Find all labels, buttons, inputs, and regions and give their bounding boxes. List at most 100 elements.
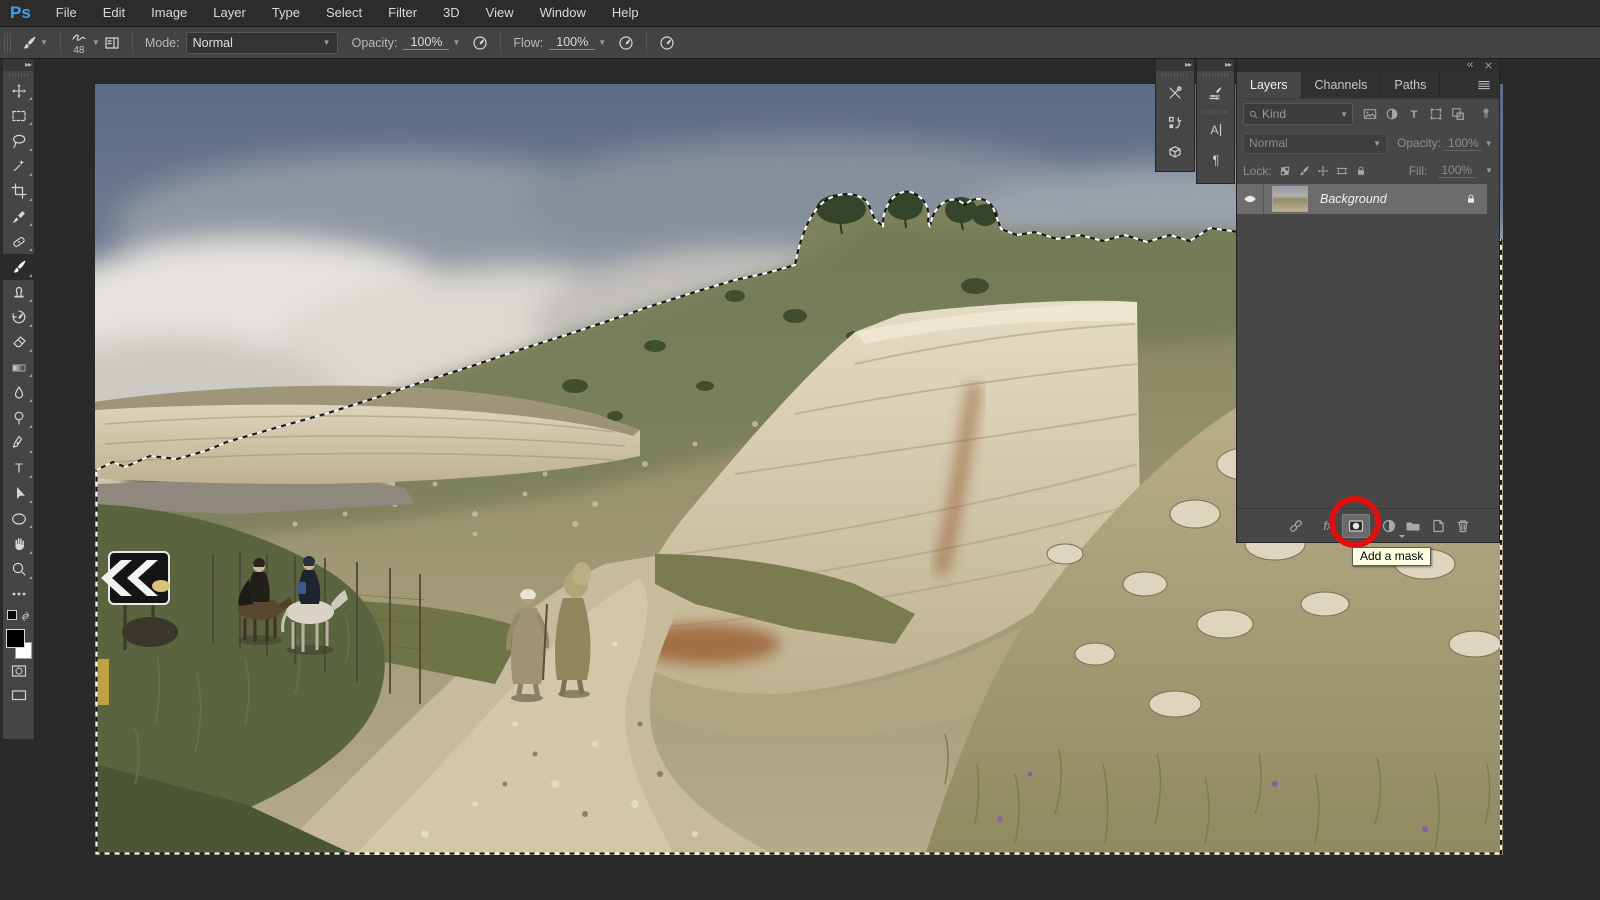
adjust-icon [1381, 518, 1397, 534]
menu-edit[interactable]: Edit [90, 5, 138, 20]
fill-value[interactable]: 100% [1438, 163, 1475, 178]
move-tool[interactable] [3, 78, 34, 103]
move-icon [11, 83, 27, 99]
filter-shape-icon[interactable] [1429, 107, 1443, 121]
dock-a-collapse-button[interactable]: ▸▸ [1156, 59, 1194, 71]
menu-image[interactable]: Image [138, 5, 200, 20]
brush-preset-picker[interactable]: 48 [69, 30, 89, 56]
character-icon: A [1208, 122, 1224, 138]
dodge-tool[interactable] [3, 405, 34, 430]
mode-select[interactable]: Normal▼ [186, 32, 338, 54]
lock-position-icon[interactable] [1317, 165, 1329, 177]
panel-menu-icon[interactable] [1477, 78, 1491, 92]
close-panel-icon[interactable] [1484, 61, 1493, 70]
pen-tool[interactable] [3, 431, 34, 456]
menu-filter[interactable]: Filter [375, 5, 430, 20]
lock-transparency-icon[interactable] [1279, 165, 1291, 177]
menu-layer[interactable]: Layer [200, 5, 259, 20]
menu-bar: Ps FileEditImageLayerTypeSelectFilter3DV… [0, 0, 1600, 27]
edit-toolbar-button[interactable] [3, 582, 34, 607]
layer-opacity-value[interactable]: 100% [1445, 136, 1482, 151]
brush-tool[interactable] [3, 254, 34, 279]
delete-layer-button[interactable] [1455, 518, 1471, 534]
toolbox-collapse-button[interactable]: ▸▸ [3, 59, 34, 71]
lasso-tool[interactable] [3, 128, 34, 153]
brush-settings-panel-button[interactable] [1197, 78, 1234, 108]
menu-type[interactable]: Type [259, 5, 313, 20]
search-icon [1248, 109, 1259, 120]
lock-all-icon[interactable] [1355, 165, 1367, 177]
filter-image-icon[interactable] [1363, 107, 1377, 121]
filter-toggle-pill[interactable] [1479, 107, 1493, 121]
ellipse-tool[interactable] [3, 506, 34, 531]
quick-selection-tool[interactable] [3, 154, 34, 179]
crop-tool[interactable] [3, 179, 34, 204]
filter-adjustment-icon[interactable] [1385, 107, 1399, 121]
actions-panel-button[interactable] [1156, 108, 1194, 138]
lock-pixels-icon[interactable] [1298, 165, 1310, 177]
collapse-panel-icon[interactable] [1465, 61, 1474, 70]
new-layer-button[interactable] [1430, 518, 1446, 534]
flow-chevron[interactable]: ▼ [598, 38, 606, 47]
healing-brush-tool[interactable] [3, 229, 34, 254]
link-layers-button[interactable] [1288, 518, 1304, 534]
svg-text:T: T [1411, 109, 1418, 121]
airbrush-icon [618, 35, 634, 51]
foreground-color-swatch[interactable] [6, 629, 25, 648]
filter-type-icon[interactable]: T [1407, 107, 1421, 121]
flow-label: Flow: [513, 36, 543, 50]
character-panel-button[interactable]: A [1197, 115, 1234, 145]
adjustment-layer-button[interactable] [1381, 518, 1397, 534]
annotation-circle [1329, 496, 1381, 548]
toggle-brush-panel-button[interactable] [100, 35, 124, 51]
gradient-tool[interactable] [3, 355, 34, 380]
pressure-size-button[interactable] [655, 35, 679, 51]
menu-3d[interactable]: 3D [430, 5, 473, 20]
tab-channels[interactable]: Channels [1302, 72, 1382, 98]
screen-mode-button[interactable] [3, 683, 34, 707]
filter-smart-object-icon[interactable] [1451, 107, 1465, 121]
tab-paths[interactable]: Paths [1381, 72, 1440, 98]
blend-mode-select[interactable]: Normal▼ [1243, 133, 1387, 154]
3d-panel-button[interactable] [1156, 138, 1194, 168]
layer-thumbnail[interactable] [1272, 186, 1308, 212]
layer-name[interactable]: Background [1320, 192, 1465, 206]
flow-value[interactable]: 100% [549, 35, 595, 50]
marquee-tool[interactable] [3, 103, 34, 128]
hand-tool[interactable] [3, 531, 34, 556]
dock-b-collapse-button[interactable]: ▸▸ [1197, 59, 1234, 71]
zoom-tool[interactable] [3, 557, 34, 582]
tool-preset-picker[interactable]: ▼ [17, 35, 52, 51]
menu-select[interactable]: Select [313, 5, 375, 20]
path-selection-tool[interactable] [3, 481, 34, 506]
history-brush-tool[interactable] [3, 305, 34, 330]
path-select-icon [11, 486, 27, 502]
layer-row-background[interactable]: Background [1237, 184, 1487, 214]
new-group-button[interactable] [1405, 518, 1421, 534]
menu-view[interactable]: View [473, 5, 527, 20]
eyedropper-tool[interactable] [3, 204, 34, 229]
opacity-value[interactable]: 100% [403, 35, 449, 50]
pressure-opacity-button[interactable] [468, 35, 492, 51]
default-colors-swap[interactable] [3, 607, 34, 627]
layer-visibility-toggle[interactable] [1237, 184, 1264, 214]
smudge-tool[interactable] [3, 380, 34, 405]
default-colors-icon [7, 610, 17, 620]
menu-file[interactable]: File [43, 5, 90, 20]
quick-mask-button[interactable] [3, 659, 34, 683]
eraser-tool[interactable] [3, 330, 34, 355]
type-tool[interactable]: T [3, 456, 34, 481]
paragraph-panel-button[interactable]: ¶ [1197, 145, 1234, 175]
menu-help[interactable]: Help [599, 5, 652, 20]
menu-window[interactable]: Window [527, 5, 599, 20]
ellipse-icon [11, 511, 27, 527]
clone-stamp-tool[interactable] [3, 280, 34, 305]
brush-preset-chevron[interactable]: ▼ [92, 38, 100, 47]
airbrush-button[interactable] [614, 35, 638, 51]
wand-icon [11, 158, 27, 174]
tool-presets-panel-button[interactable] [1156, 78, 1194, 108]
lock-artboard-icon[interactable] [1336, 165, 1348, 177]
layer-filter-select[interactable]: Kind ▼ [1243, 103, 1353, 125]
tab-layers[interactable]: Layers [1237, 72, 1302, 98]
opacity-chevron[interactable]: ▼ [452, 38, 460, 47]
